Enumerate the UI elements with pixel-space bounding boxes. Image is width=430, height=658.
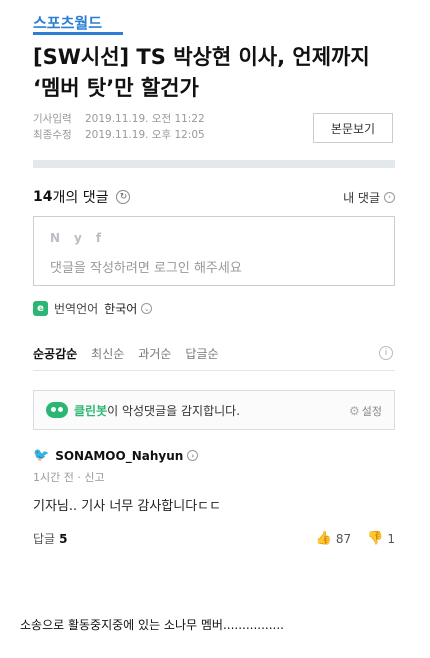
gear-icon: ⚙ — [348, 404, 360, 418]
facebook-icon[interactable]: f — [96, 231, 101, 245]
cleanbot-settings-button[interactable]: ⚙ 설정 — [349, 403, 382, 419]
meta-published-value: 2019.11.19. 오전 11:22 — [85, 113, 205, 125]
cleanbot-settings-label: 설정 — [361, 405, 382, 418]
dislike-count: 1 — [387, 531, 395, 546]
comment-report-link[interactable]: 신고 — [84, 471, 104, 484]
cleanbot-message: 이 악성댓글을 감지합니다. — [107, 403, 241, 418]
comment-count: 14 개의 댓글 ↻ — [33, 187, 131, 207]
sns-login-icons: N y f — [50, 231, 101, 245]
dislike-button[interactable]: 👎 1 — [367, 531, 395, 546]
translation-value: 한국어 — [104, 302, 138, 316]
like-count: 87 — [335, 531, 352, 546]
info-icon[interactable]: i — [379, 346, 393, 360]
view-original-button[interactable]: 본문보기 — [313, 113, 393, 143]
cleanbot-banner: 클린봇 이 악성댓글을 감지합니다. ⚙ 설정 — [33, 390, 395, 430]
sort-tab-oldest[interactable]: 과거순 — [138, 345, 171, 362]
caption-text: 소송으로 활동중지중에 있는 소나무 멤버................ — [20, 618, 284, 632]
comment-author[interactable]: 🐦 SONAMOO_Nahyun › — [33, 448, 395, 463]
cleanbot-name[interactable]: 클린봇 — [74, 402, 107, 419]
meta-modified-value: 2019.11.19. 오후 12:05 — [85, 129, 205, 141]
thumbs-up-icon: 👍 — [315, 531, 332, 546]
cleanbot-icon — [46, 402, 68, 418]
comment-input-placeholder: 댓글을 작성하려면 로그인 해주세요 — [50, 261, 242, 276]
meta-published: 기사입력 2019.11.19. 오전 11:22 — [33, 111, 205, 127]
reply-button[interactable]: 답글 5 — [33, 530, 67, 547]
chevron-right-icon: › — [384, 191, 395, 203]
meta-published-label: 기사입력 — [33, 113, 72, 125]
translate-icon: e — [33, 301, 48, 316]
comment-meta: 1시간 전 · 신고 — [33, 471, 105, 484]
comment-author-name: SONAMOO_Nahyun — [55, 448, 184, 463]
article-meta: 기사입력 2019.11.19. 오전 11:22 최종수정 2019.11.19.… — [33, 111, 205, 143]
comment-text: 기자님.. 기사 너무 감사합니다ㄷㄷ — [33, 499, 222, 514]
twitter-icon: 🐦 — [33, 448, 50, 463]
like-button[interactable]: 👍 87 — [316, 531, 351, 546]
sort-tab-popular[interactable]: 순공감순 — [33, 345, 77, 362]
comment-input[interactable]: N y f 댓글을 작성하려면 로그인 해주세요 — [33, 216, 395, 286]
section-divider — [33, 160, 395, 168]
sort-tab-latest[interactable]: 최신순 — [91, 345, 124, 362]
comment-count-number: 14 — [33, 189, 53, 205]
comment-footer: 답글 5 👍 87 👎 1 — [33, 530, 395, 547]
sort-tabs: 순공감순 최신순 과거순 답글순 i — [33, 337, 395, 371]
my-comments-link[interactable]: 내 댓글 › — [343, 189, 395, 206]
brand-logo[interactable]: 스포츠월드 — [33, 12, 102, 33]
logo-underline — [33, 32, 123, 35]
reply-label: 답글 — [33, 532, 56, 546]
vote-buttons: 👍 87 👎 1 — [316, 531, 395, 546]
reply-count: 5 — [59, 532, 68, 546]
comment-count-suffix: 개의 댓글 — [52, 190, 109, 206]
refresh-icon[interactable]: ↻ — [116, 190, 131, 204]
comment-time: 1시간 전 — [33, 471, 74, 484]
translation-label: 번역언어 — [54, 302, 99, 316]
comments-header: 14 개의 댓글 ↻ 내 댓글 › — [33, 186, 395, 208]
chevron-right-icon: › — [187, 450, 199, 461]
comment-item: 🐦 SONAMOO_Nahyun › 1시간 전 · 신고 기자님.. 기사 너… — [33, 448, 395, 547]
meta-modified: 최종수정 2019.11.19. 오후 12:05 — [33, 127, 205, 143]
translation-language[interactable]: e 번역언어 한국어 ⌄ — [33, 300, 153, 317]
chevron-down-icon: ⌄ — [141, 303, 153, 314]
twitter-login-icon[interactable]: y — [74, 231, 82, 245]
article-headline: [SW시선] TS 박상현 이사, 언제까지 ‘멤버 탓’만 할건가 — [33, 45, 370, 100]
sort-tab-replies[interactable]: 답글순 — [185, 345, 218, 362]
my-comments-label: 내 댓글 — [343, 190, 380, 205]
naver-icon[interactable]: N — [50, 231, 60, 245]
meta-modified-label: 최종수정 — [33, 129, 72, 141]
thumbs-down-icon: 👎 — [367, 531, 384, 546]
